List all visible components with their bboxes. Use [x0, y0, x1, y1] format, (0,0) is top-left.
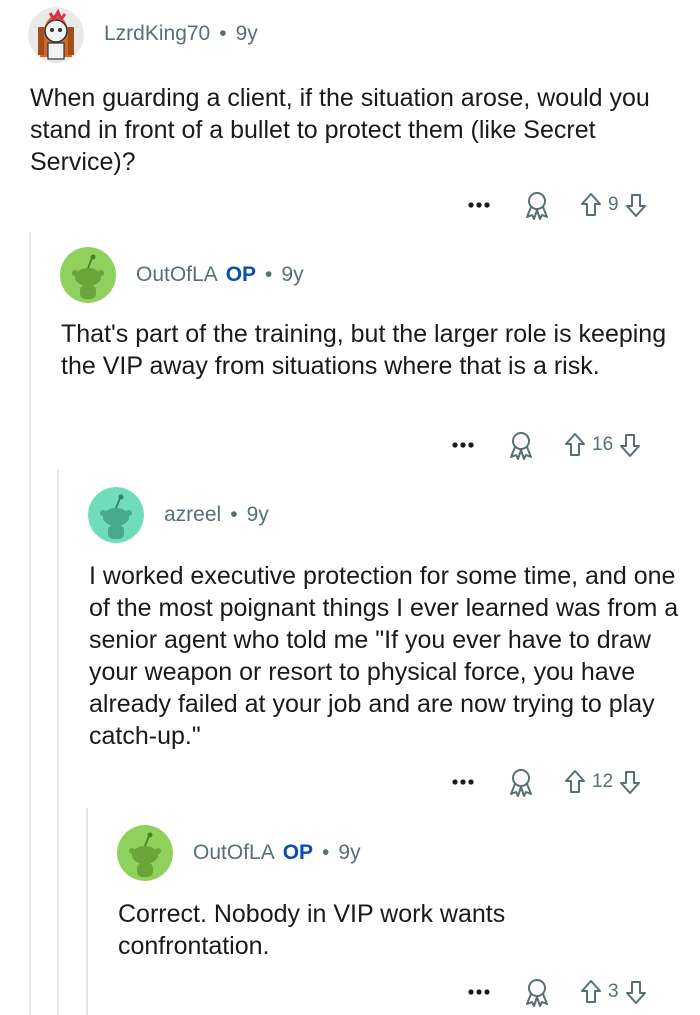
separator-dot: • — [322, 841, 330, 864]
vote-count: 9 — [608, 194, 619, 215]
upvote-arrow-icon[interactable] — [580, 979, 602, 1005]
thread-line-level-3[interactable] — [86, 808, 88, 1015]
award-icon[interactable] — [508, 430, 534, 460]
snoo-avatar-icon[interactable] — [88, 487, 144, 543]
comment-actions: 9 — [468, 187, 647, 223]
op-badge: OP — [225, 263, 257, 286]
comment-header: azreel • 9y — [164, 503, 269, 527]
comment-age: 9y — [235, 22, 258, 45]
separator-dot: • — [230, 503, 238, 526]
award-icon[interactable] — [508, 767, 534, 797]
award-icon[interactable] — [524, 977, 550, 1007]
comment-actions: 16 — [452, 427, 641, 463]
comment-actions: 3 — [468, 974, 647, 1010]
comment-actions: 12 — [452, 764, 641, 800]
upvote-arrow-icon[interactable] — [564, 769, 586, 795]
downvote-arrow-icon[interactable] — [619, 432, 641, 458]
comment-body: That's part of the training, but the lar… — [61, 320, 667, 380]
op-badge: OP — [282, 841, 314, 864]
cartoon-avatar-icon[interactable] — [28, 7, 84, 63]
username[interactable]: azreel — [164, 503, 221, 527]
downvote-arrow-icon[interactable] — [625, 979, 647, 1005]
vote-count: 3 — [608, 981, 619, 1002]
separator-dot: • — [219, 22, 227, 45]
username[interactable]: LzrdKing70 — [104, 22, 210, 46]
snoo-avatar-icon[interactable] — [117, 825, 173, 881]
upvote-arrow-icon[interactable] — [580, 192, 602, 218]
upvote-arrow-icon[interactable] — [564, 432, 586, 458]
comment-body: I worked executive protection for some t… — [89, 562, 679, 750]
comment-header: OutOfLA OP • 9y — [136, 263, 304, 287]
comment-header: OutOfLA OP • 9y — [193, 841, 361, 865]
downvote-arrow-icon[interactable] — [619, 769, 641, 795]
more-options-icon[interactable] — [468, 200, 490, 210]
vote-count: 12 — [592, 771, 614, 792]
thread-line-level-1[interactable] — [29, 232, 31, 1015]
username[interactable]: OutOfLA — [193, 841, 275, 865]
downvote-arrow-icon[interactable] — [625, 192, 647, 218]
snoo-avatar-icon[interactable] — [60, 247, 116, 303]
more-options-icon[interactable] — [468, 987, 490, 997]
vote-count: 16 — [592, 434, 614, 455]
comment-body: When guarding a client, if the situation… — [30, 84, 650, 176]
username[interactable]: OutOfLA — [136, 263, 218, 287]
award-icon[interactable] — [524, 190, 550, 220]
separator-dot: • — [265, 263, 273, 286]
comment-age: 9y — [338, 841, 361, 864]
comment-body: Correct. Nobody in VIP work wants confro… — [118, 900, 506, 960]
more-options-icon[interactable] — [452, 777, 474, 787]
comment-age: 9y — [281, 263, 304, 286]
more-options-icon[interactable] — [452, 440, 474, 450]
comment-header: LzrdKing70 • 9y — [104, 22, 258, 46]
comment-age: 9y — [246, 503, 269, 526]
thread-line-level-2[interactable] — [57, 470, 59, 1015]
